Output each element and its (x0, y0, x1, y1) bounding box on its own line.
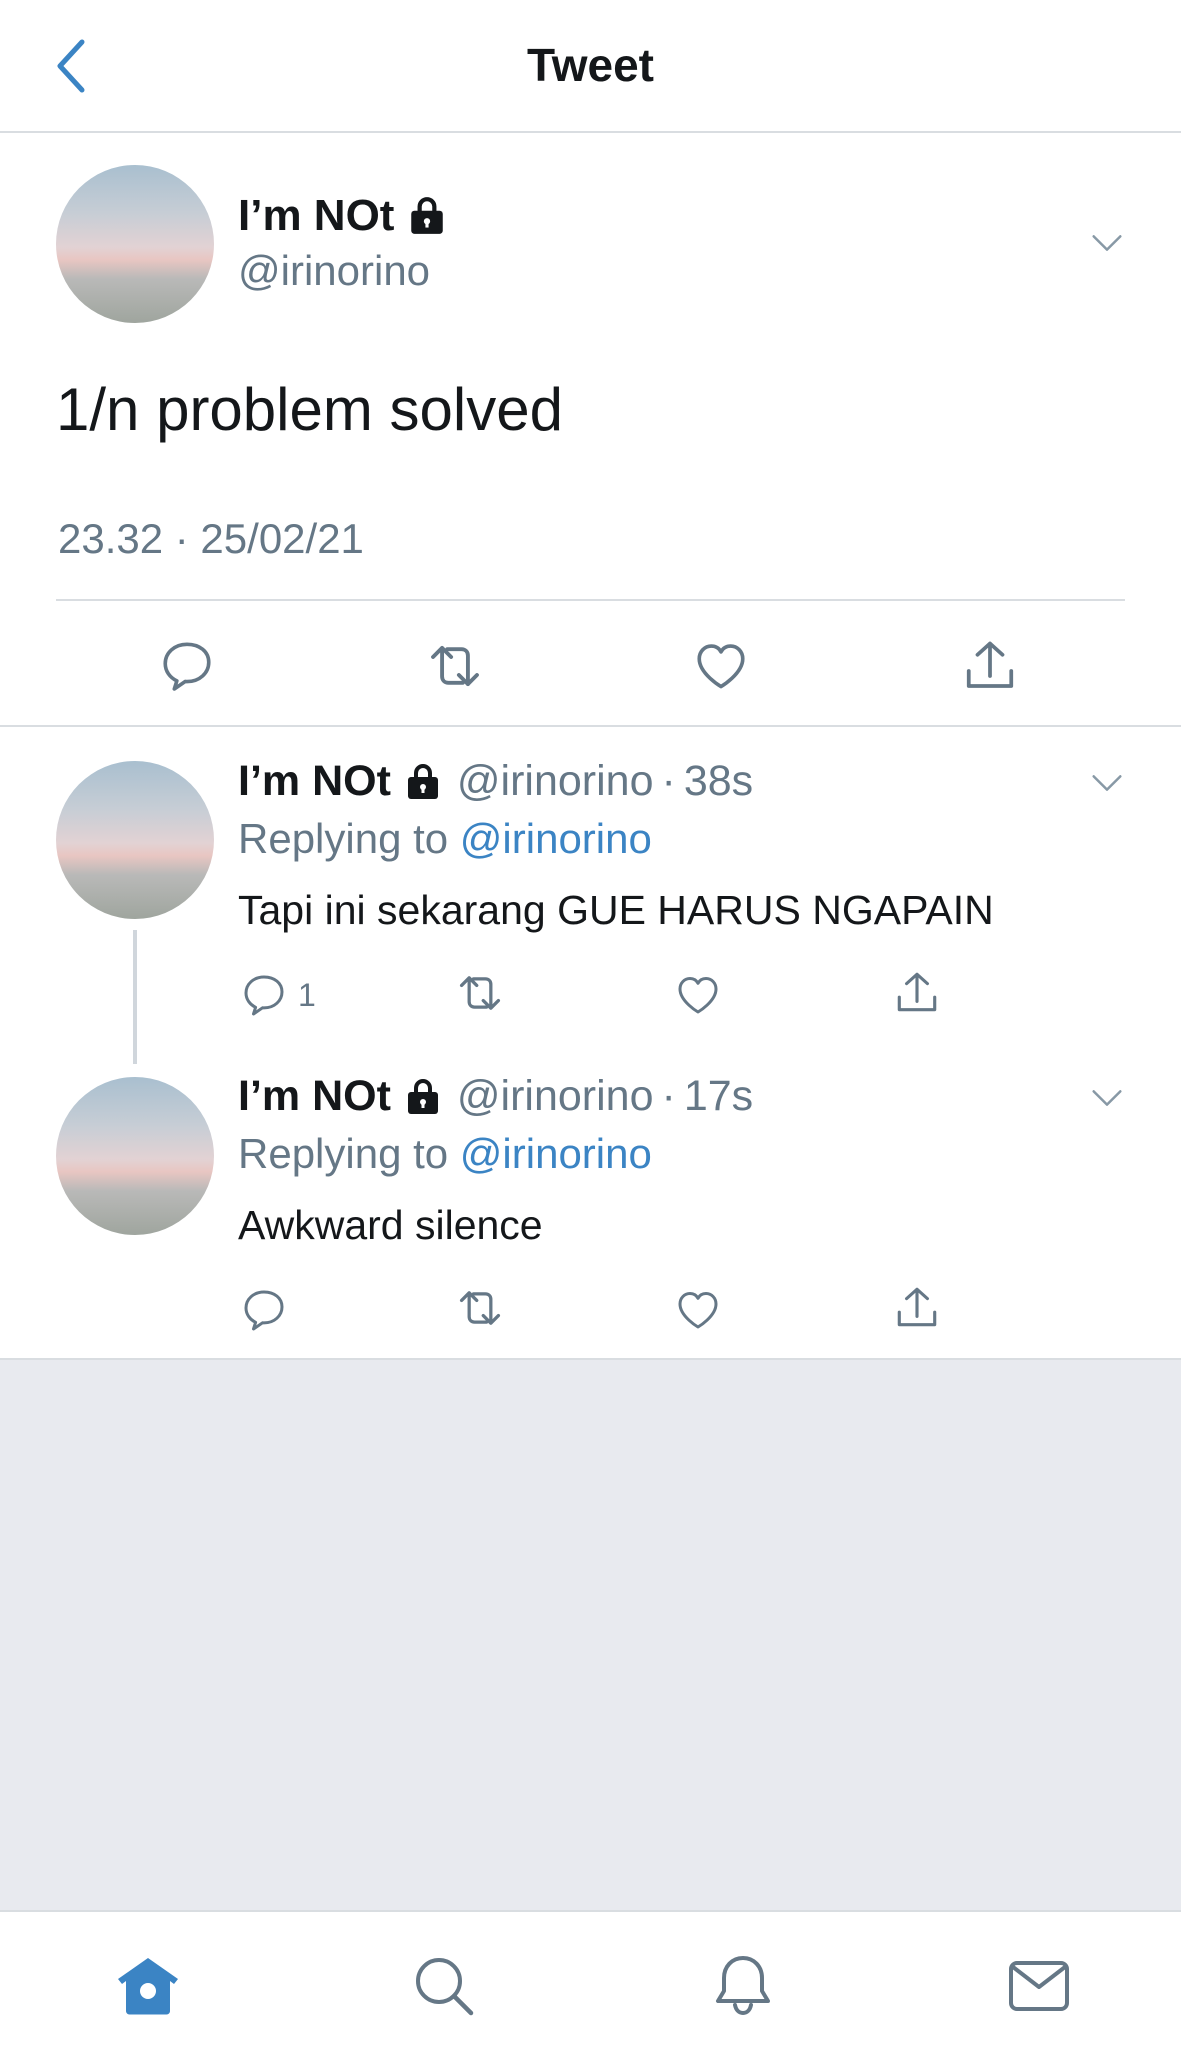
tweet-text: Awkward silence (238, 1202, 543, 1248)
share-button[interactable] (892, 963, 942, 1023)
tweet-time[interactable]: 38s (684, 757, 753, 806)
replying-to-prefix: Replying to (238, 815, 460, 862)
reply-header: I’m NOt @irinorino · 17s (238, 1072, 753, 1121)
replying-to-prefix: Replying to (238, 1130, 460, 1177)
avatar[interactable] (56, 761, 214, 919)
mention-link[interactable]: @irinorino (460, 1130, 652, 1177)
mail-icon (1007, 1958, 1071, 2014)
bottom-tab-bar (0, 1910, 1181, 2050)
like-button[interactable] (692, 633, 750, 699)
reply-header: I’m NOt @irinorino · 38s (238, 757, 753, 806)
main-tweet[interactable]: I’m NOt @irinorino 1/n problem solved 23… (0, 133, 1181, 727)
reply-button[interactable]: 1 (240, 965, 316, 1025)
author-handle[interactable]: @irinorino (238, 247, 430, 295)
heart-icon (674, 971, 722, 1019)
replying-to: Replying to @irinorino (238, 1130, 652, 1178)
tab-messages[interactable] (999, 1946, 1079, 2026)
empty-background (0, 1358, 1181, 1912)
author-handle[interactable]: @irinorino (457, 757, 654, 806)
search-icon (413, 1955, 475, 2017)
tab-home[interactable] (108, 1946, 188, 2026)
share-icon (892, 1283, 942, 1333)
author-handle[interactable]: @irinorino (457, 1072, 654, 1121)
reply-count: 1 (298, 976, 316, 1013)
share-icon (960, 636, 1020, 696)
tweet-time[interactable]: 17s (684, 1072, 753, 1121)
chevron-down-icon (1087, 766, 1127, 800)
heart-icon (674, 1286, 722, 1334)
lock-icon (403, 762, 443, 802)
more-options-button[interactable] (1083, 1078, 1131, 1118)
separator-dot: · (661, 757, 676, 805)
page-title: Tweet (527, 39, 654, 91)
comment-icon (158, 637, 216, 695)
avatar[interactable] (56, 165, 214, 323)
retweet-button[interactable] (454, 1278, 506, 1338)
divider (56, 599, 1125, 601)
more-options-button[interactable] (1083, 223, 1131, 263)
tweet-text: 1/n problem solved (56, 376, 563, 443)
home-icon (115, 1955, 181, 2017)
share-button[interactable] (892, 1278, 942, 1338)
author-name[interactable]: I’m NOt (238, 1072, 391, 1121)
author-name[interactable]: I’m NOt (238, 191, 448, 241)
more-options-button[interactable] (1083, 763, 1131, 803)
retweet-icon (424, 635, 486, 697)
reply-button[interactable] (240, 1280, 298, 1340)
replying-to: Replying to @irinorino (238, 815, 652, 863)
like-button[interactable] (674, 1280, 722, 1340)
heart-icon (692, 637, 750, 695)
reply-button[interactable] (158, 633, 216, 699)
author-name-text: I’m NOt (238, 191, 395, 240)
share-button[interactable] (960, 633, 1020, 699)
lock-icon (403, 1077, 443, 1117)
share-icon (892, 968, 942, 1018)
bell-icon (712, 1953, 774, 2019)
author-name[interactable]: I’m NOt (238, 757, 391, 806)
retweet-button[interactable] (454, 963, 506, 1023)
retweet-icon (454, 1282, 506, 1334)
lock-icon (406, 195, 448, 237)
reply-tweet[interactable]: I’m NOt @irinorino · 38s Replying to @ir… (0, 727, 1181, 1057)
tweet-timestamp[interactable]: 23.32 · 25/02/21 (58, 515, 364, 563)
like-button[interactable] (674, 965, 722, 1025)
separator-dot: · (661, 1072, 676, 1120)
top-bar: Tweet (0, 0, 1181, 133)
tab-search[interactable] (404, 1946, 484, 2026)
tab-notifications[interactable] (703, 1946, 783, 2026)
chevron-down-icon (1087, 1081, 1127, 1115)
comment-icon (240, 971, 288, 1019)
retweet-icon (454, 967, 506, 1019)
tweet-text: Tapi ini sekarang GUE HARUS NGAPAIN (238, 887, 994, 933)
retweet-button[interactable] (424, 633, 486, 699)
reply-tweet[interactable]: I’m NOt @irinorino · 17s Replying to @ir… (0, 1042, 1181, 1356)
chevron-down-icon (1087, 226, 1127, 260)
mention-link[interactable]: @irinorino (460, 815, 652, 862)
comment-icon (240, 1286, 288, 1334)
avatar[interactable] (56, 1077, 214, 1235)
